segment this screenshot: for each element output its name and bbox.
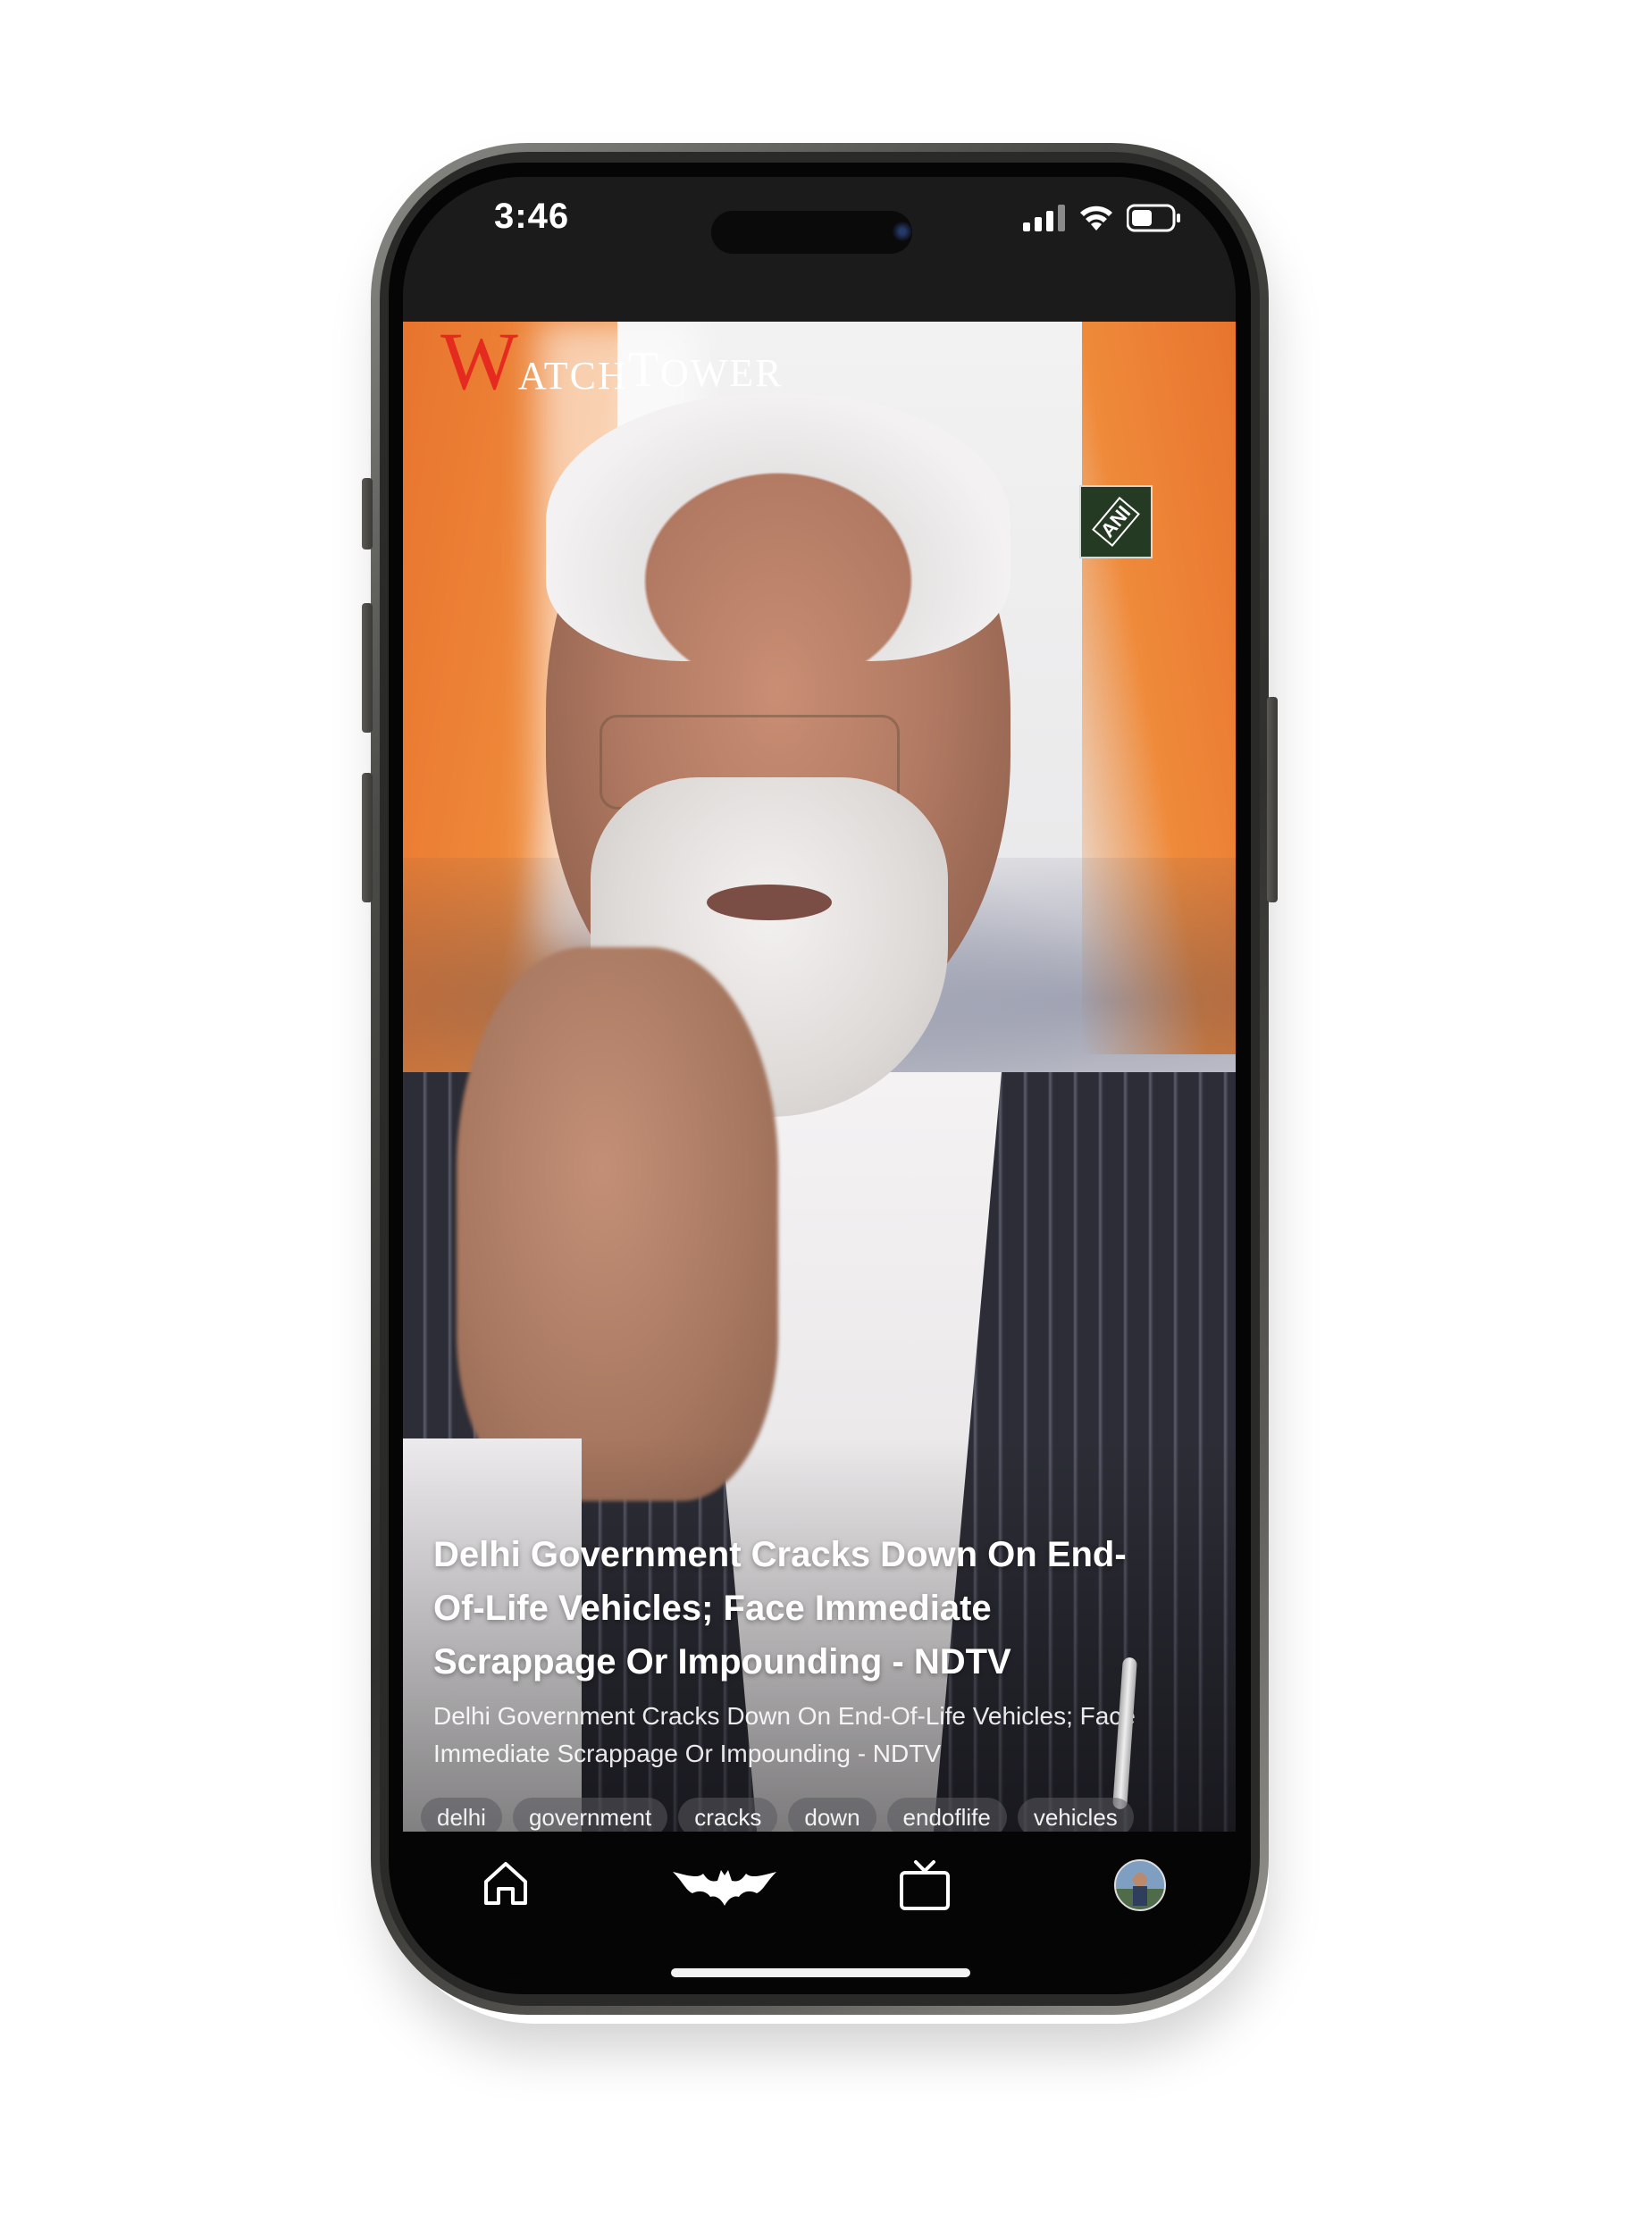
home-icon [484, 1862, 527, 1905]
bat-logo-icon [673, 1870, 776, 1906]
speaker-hair [546, 393, 1010, 661]
power-button [1267, 697, 1278, 902]
tag-chip[interactable]: down [788, 1798, 876, 1832]
volume-down-button [362, 773, 373, 902]
volume-up-button [362, 603, 373, 733]
bottom-nav [403, 1832, 1236, 1980]
logo-word-1-text: atch [517, 354, 628, 398]
status-bar: 3:46 [403, 177, 1236, 322]
speaker-hand [457, 947, 778, 1501]
nav-profile[interactable] [1113, 1858, 1167, 1916]
battery-icon [1127, 204, 1180, 232]
status-icons [1023, 204, 1182, 232]
profile-avatar-icon [1114, 1859, 1166, 1911]
tv-icon [900, 1860, 950, 1910]
news-agency-badge: ANI [1079, 485, 1153, 558]
cellular-signal-icon [1023, 205, 1065, 231]
logo-word-2: Tower [628, 341, 784, 398]
front-camera [893, 222, 912, 241]
nav-tv[interactable] [896, 1857, 953, 1918]
wifi-icon [1080, 205, 1112, 231]
speaker-mouth [707, 885, 832, 920]
phone-screen: 3:46 W ATCH TOWER ANI Delhi Government C… [403, 177, 1236, 1980]
logo-initial-2: T [627, 342, 660, 398]
tag-chip[interactable]: government [512, 1798, 668, 1832]
news-agency-label: ANI [1092, 497, 1140, 547]
logo-initial: W [440, 322, 518, 407]
video-headline: Delhi Government Cracks Down On End-Of-L… [433, 1535, 1127, 1682]
video-player[interactable]: W atch Tower ANI Delhi Government Cracks… [403, 322, 1236, 1832]
tag-list: delhi government cracks down endoflife v… [421, 1798, 1134, 1832]
logo-word-2-text: ower [659, 351, 784, 395]
action-button [362, 478, 373, 549]
dynamic-island [711, 211, 912, 254]
logo-word-1: atch [518, 353, 628, 398]
nav-home[interactable] [479, 1857, 532, 1915]
tag-chip[interactable]: endoflife [886, 1798, 1007, 1832]
video-description: Delhi Government Cracks Down On End-Of-L… [433, 1702, 1136, 1767]
status-time: 3:46 [494, 197, 570, 236]
tag-chip[interactable]: delhi [421, 1798, 502, 1832]
nav-feed[interactable] [671, 1863, 778, 1912]
tag-chip[interactable]: cracks [678, 1798, 778, 1832]
watchtower-logo: W atch Tower [440, 322, 784, 402]
home-indicator[interactable] [671, 1968, 970, 1977]
tag-chip[interactable]: vehicles [1017, 1798, 1134, 1832]
